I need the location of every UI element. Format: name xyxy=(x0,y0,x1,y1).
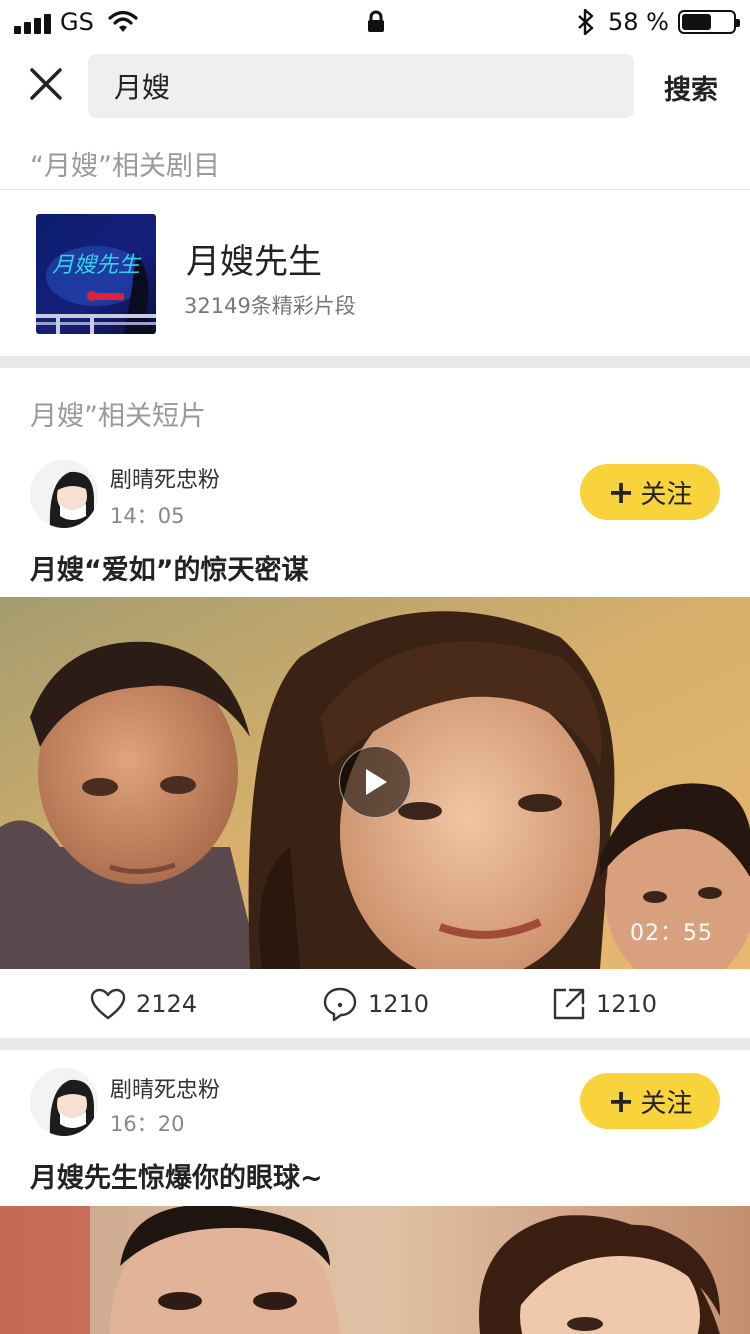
status-bar: GS 58 % xyxy=(0,0,750,44)
plus-icon: + xyxy=(607,1082,635,1120)
like-button[interactable]: 2124 xyxy=(90,970,197,1038)
follow-label: 关注 xyxy=(640,479,693,510)
drama-poster: 月嫂先生 xyxy=(36,214,156,334)
related-clips-title: 月嫂”相关短片 xyxy=(30,401,206,432)
search-input[interactable] xyxy=(88,54,634,118)
bluetooth-icon xyxy=(576,8,596,39)
post-time: 16：20 xyxy=(110,1112,185,1136)
follow-button[interactable]: + 关注 xyxy=(580,1073,720,1129)
share-button[interactable]: 1210 xyxy=(552,970,657,1038)
section-separator xyxy=(0,1038,750,1050)
heart-icon xyxy=(90,988,126,1020)
poster-title: 月嫂先生 xyxy=(52,253,142,278)
lock-icon xyxy=(366,10,386,38)
drama-clip-count: 32149条精彩片段 xyxy=(184,294,356,318)
author-name[interactable]: 剧晴死忠粉 xyxy=(110,462,220,494)
search-field[interactable] xyxy=(88,54,634,118)
section-separator xyxy=(0,356,750,368)
battery-icon xyxy=(678,10,740,34)
battery-percent: 58 % xyxy=(608,8,669,36)
comment-button[interactable]: 1210 xyxy=(322,970,429,1038)
follow-button[interactable]: + 关注 xyxy=(580,464,720,520)
follow-label: 关注 xyxy=(640,1088,693,1119)
search-bar: 搜索 xyxy=(0,50,750,122)
search-button[interactable]: 搜索 xyxy=(664,68,718,107)
drama-item[interactable]: 月嫂先生 月嫂先生 32149条精彩片段 xyxy=(0,190,750,356)
video-thumbnail[interactable]: 02：55 xyxy=(0,597,750,969)
battery-level xyxy=(682,14,711,30)
post-time: 14：05 xyxy=(110,504,185,528)
author-name[interactable]: 剧晴死忠粉 xyxy=(110,1072,220,1104)
close-icon[interactable] xyxy=(26,64,66,104)
drama-name: 月嫂先生 xyxy=(186,242,322,282)
carrier-name: GS xyxy=(60,8,94,36)
share-count: 1210 xyxy=(596,990,658,1018)
wifi-icon xyxy=(108,10,138,38)
avatar[interactable] xyxy=(30,1068,98,1136)
post-title[interactable]: 月嫂“爱如”的惊天密谋 xyxy=(30,548,309,587)
video-duration: 02：55 xyxy=(630,921,713,946)
avatar[interactable] xyxy=(30,460,98,528)
post-title[interactable]: 月嫂先生惊爆你的眼球~ xyxy=(30,1156,323,1195)
signal-icon xyxy=(14,14,51,34)
related-dramas-title: “月嫂”相关剧目 xyxy=(30,151,220,182)
comment-count: 1210 xyxy=(368,990,430,1018)
plus-icon: + xyxy=(607,473,635,511)
comment-icon xyxy=(323,987,357,1022)
play-icon[interactable] xyxy=(339,746,411,818)
share-icon xyxy=(553,988,585,1020)
video-thumbnail[interactable] xyxy=(0,1206,750,1334)
like-count: 2124 xyxy=(136,990,198,1018)
post-actions: 2124 1210 1210 xyxy=(0,970,750,1038)
